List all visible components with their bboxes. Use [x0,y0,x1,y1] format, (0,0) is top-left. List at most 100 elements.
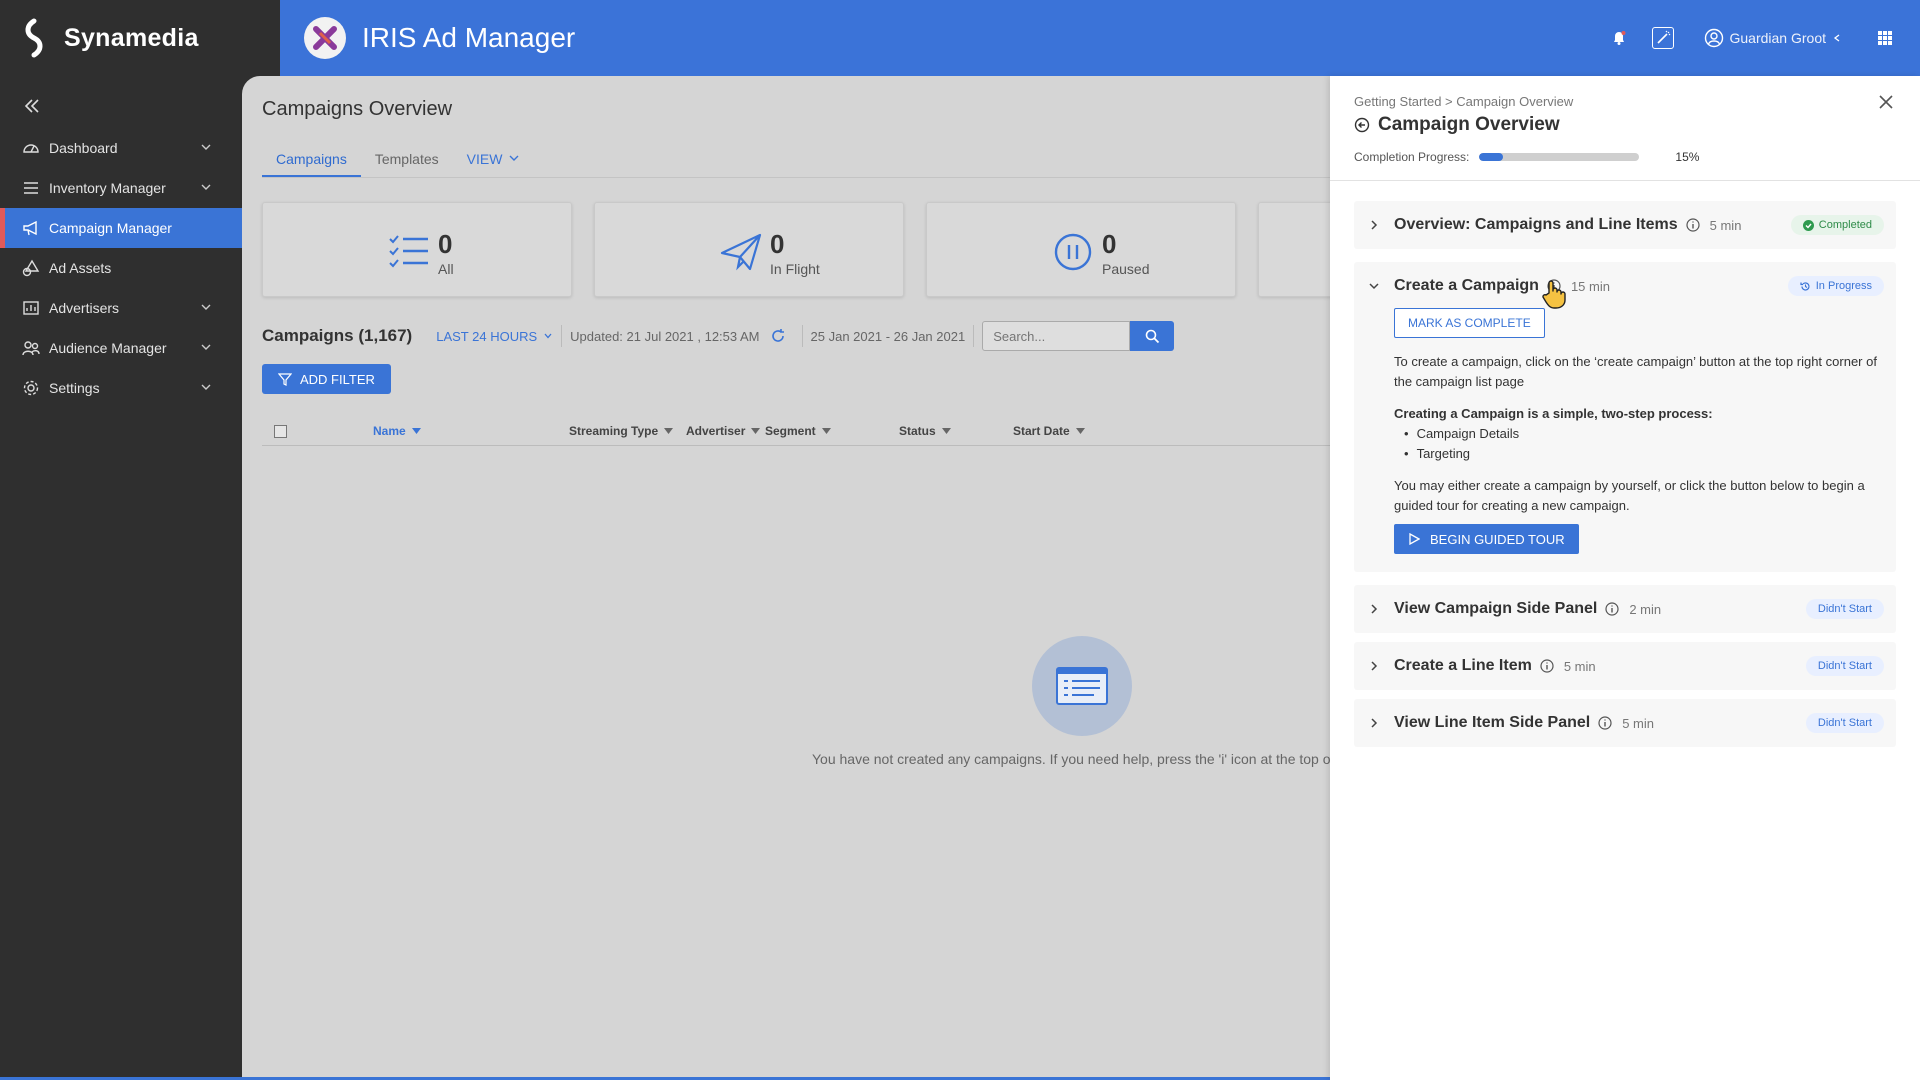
campaign-count: Campaigns (1,167) [262,326,413,345]
search-input[interactable] [982,321,1131,351]
sidebar-item-label: Dashboard [49,140,118,156]
chevron-down-icon [509,155,519,161]
sidebar-item-label: Inventory Manager [49,180,166,196]
card-label: All [438,261,454,277]
time-range-select[interactable]: LAST 24 HOURS [436,329,553,344]
panel-divider [1330,180,1920,181]
progress-percent: 15% [1675,150,1700,164]
step-title: Create a Line Item [1394,657,1532,674]
empty-state-illustration [1032,636,1132,736]
step-title: Create a Campaign [1394,277,1539,294]
magic-wand-icon[interactable] [1651,27,1674,49]
column-segment[interactable]: Segment [765,424,831,438]
divider [973,325,975,347]
status-badge: Didn't Start [1805,599,1884,619]
step-create-campaign: Create a Campaign 15 min In Progress MAR… [1354,262,1896,572]
column-label: Segment [765,424,816,438]
checklist-icon [389,235,428,268]
step-title: Overview: Campaigns and Line Items [1394,216,1678,233]
sidebar-item-label: Audience Manager [49,340,167,356]
tab-templates[interactable]: Templates [361,148,453,178]
sidebar-item-advertisers[interactable]: Advertisers [0,288,242,328]
column-advertiser[interactable]: Advertiser [686,424,761,438]
select-all-checkbox[interactable] [274,425,287,438]
step-description: To create a campaign, click on the ‘crea… [1394,352,1884,528]
list-icon [22,179,40,197]
search-icon [1145,329,1159,343]
getting-started-panel: Getting Started > Campaign Overview Camp… [1330,76,1920,1080]
history-icon [1800,281,1810,291]
info-icon[interactable] [1547,279,1561,293]
chevron-right-icon [1368,603,1380,615]
panel-title: Campaign Overview [1354,114,1560,136]
sidebar-item-label: Ad Assets [49,260,112,276]
tab-campaigns[interactable]: Campaigns [262,148,361,178]
apps-grid-icon[interactable] [1874,27,1896,49]
chevron-down-icon [201,384,211,390]
card-all[interactable]: 0 All [262,202,572,297]
chevron-right-icon [1368,219,1380,231]
status-text: In Progress [1815,280,1872,292]
collapse-sidebar-icon[interactable] [22,96,42,116]
search-button[interactable] [1130,321,1175,351]
app-logo-icon [304,17,346,59]
date-range[interactable]: 25 Jan 2021 - 26 Jan 2021 [811,329,966,344]
dashboard-icon [22,139,40,157]
column-status[interactable]: Status [899,424,951,438]
mark-as-complete-button[interactable]: MARK AS COMPLETE [1394,308,1545,338]
tab-view[interactable]: VIEW [453,148,535,178]
column-label: Advertiser [686,424,746,438]
step-duration: 2 min [1629,601,1662,617]
info-icon[interactable] [1605,602,1619,616]
bell-icon[interactable] [1608,27,1630,49]
progress-label: Completion Progress: [1354,150,1470,164]
info-icon[interactable] [1598,716,1612,730]
back-arrow-icon[interactable] [1354,117,1370,133]
column-streaming-type[interactable]: Streaming Type [569,424,674,438]
description-heading: Creating a Campaign is a simple, two-ste… [1394,406,1713,421]
begin-guided-tour-button[interactable]: BEGIN GUIDED TOUR [1394,524,1579,554]
sidebar-item-inventory-manager[interactable]: Inventory Manager [0,168,242,208]
check-circle-icon [1802,219,1814,231]
chevron-right-icon [1368,717,1380,729]
sidebar-item-audience-manager[interactable]: Audience Manager [0,328,242,368]
status-badge: Didn't Start [1805,656,1884,676]
sidebar-nav: Dashboard Inventory Manager Campaign Man… [0,128,242,408]
card-paused[interactable]: 0 Paused [926,202,1236,297]
column-name[interactable]: Name [373,424,421,438]
card-value: 0 [438,229,453,259]
completion-progress: Completion Progress: 15% [1354,150,1699,164]
refresh-icon[interactable] [770,328,786,344]
table-header: Name Streaming Type Advertiser Segment S… [262,416,1330,446]
card-in-flight[interactable]: 0 In Flight [594,202,904,297]
column-label: Start Date [1013,424,1070,438]
empty-state-message: You have not created any campaigns. If y… [812,751,1330,767]
add-filter-button[interactable]: ADD FILTER [262,364,391,394]
step-duration: 5 min [1709,217,1742,233]
column-start-date[interactable]: Start Date [1013,424,1085,438]
shapes-icon [22,259,40,277]
divider [801,325,803,347]
card-partial[interactable] [1258,202,1330,297]
people-icon [22,339,40,357]
sidebar-item-label: Campaign Manager [49,220,172,236]
breadcrumb: Getting Started > Campaign Overview [1354,94,1574,109]
description-text: You may either create a campaign by your… [1394,478,1865,513]
sidebar-item-campaign-manager[interactable]: Campaign Manager [0,208,242,248]
close-icon[interactable] [1876,92,1896,112]
sidebar-item-ad-assets[interactable]: Ad Assets [0,248,242,288]
megaphone-icon [22,219,40,237]
divider [561,325,563,347]
info-icon[interactable] [1540,659,1554,673]
sidebar-item-settings[interactable]: Settings [0,368,242,408]
brand-name: Synamedia [64,23,199,52]
info-icon[interactable] [1686,218,1700,232]
status-badge: In Progress [1787,276,1884,296]
sort-down-icon [411,428,421,434]
sidebar-item-dashboard[interactable]: Dashboard [0,128,242,168]
step-duration: 5 min [1622,715,1655,731]
add-filter-label: ADD FILTER [300,371,375,387]
chevron-down-icon [201,184,211,190]
user-menu[interactable]: Guardian Groot [1704,28,1843,48]
sort-down-icon [664,428,674,434]
